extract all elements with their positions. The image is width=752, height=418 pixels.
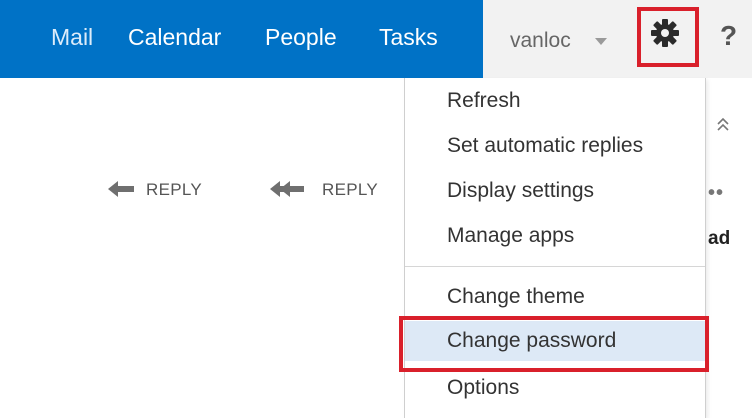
nav-calendar[interactable]: Calendar bbox=[128, 22, 221, 52]
change-password-highlight-box bbox=[399, 316, 709, 372]
arrow-left-icon bbox=[108, 181, 134, 197]
read-text-fragment: ad bbox=[708, 228, 731, 249]
menu-item-set-automatic-replies[interactable]: Set automatic replies bbox=[405, 126, 705, 166]
reply-label: REPLY bbox=[146, 180, 202, 199]
help-icon[interactable]: ? bbox=[720, 20, 737, 52]
chevron-down-icon[interactable] bbox=[595, 38, 607, 45]
menu-item-options[interactable]: Options bbox=[405, 368, 705, 408]
nav-mail[interactable]: Mail bbox=[51, 22, 93, 52]
nav-people[interactable]: People bbox=[265, 22, 337, 52]
reply-all-button[interactable]: REPLY bbox=[270, 176, 400, 206]
settings-highlight-box bbox=[637, 7, 699, 67]
reply-button[interactable]: REPLY bbox=[108, 176, 228, 206]
user-name[interactable]: vanloc bbox=[510, 27, 571, 55]
menu-item-refresh[interactable]: Refresh bbox=[405, 81, 705, 121]
collapse-up-icon[interactable] bbox=[716, 115, 730, 137]
more-options-icon[interactable]: •• bbox=[708, 182, 724, 205]
double-arrow-left-icon bbox=[270, 181, 304, 197]
menu-item-manage-apps[interactable]: Manage apps bbox=[405, 216, 705, 256]
nav-tasks[interactable]: Tasks bbox=[379, 22, 438, 52]
menu-item-change-theme[interactable]: Change theme bbox=[405, 277, 705, 317]
reply-all-label: REPLY bbox=[322, 180, 378, 199]
menu-item-display-settings[interactable]: Display settings bbox=[405, 171, 705, 211]
menu-divider bbox=[405, 266, 705, 267]
